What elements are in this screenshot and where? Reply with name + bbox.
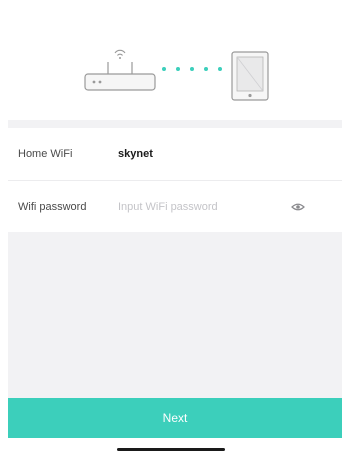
wifi-password-input[interactable] — [116, 195, 290, 219]
wifi-password-row: Wifi password — [8, 181, 342, 233]
wifi-password-label: Wifi password — [18, 201, 87, 213]
home-indicator — [117, 448, 225, 451]
section-spacer — [8, 120, 342, 128]
home-wifi-value: skynet — [118, 148, 153, 160]
tablet-icon — [231, 51, 269, 101]
home-wifi-label: Home WiFi — [18, 148, 73, 160]
router-to-device-illustration — [0, 0, 342, 120]
connection-dots-icon — [162, 67, 222, 71]
wifi-signal-icon — [114, 49, 126, 59]
home-wifi-row[interactable]: Home WiFi skynet — [8, 128, 342, 180]
router-icon — [84, 62, 156, 91]
eye-icon[interactable] — [291, 201, 305, 213]
empty-content-area — [8, 232, 342, 398]
next-button[interactable]: Next — [8, 398, 342, 438]
wifi-setup-screen: Home WiFi skynet Wifi password Next — [0, 0, 342, 452]
wifi-form: Home WiFi skynet Wifi password — [8, 128, 342, 232]
